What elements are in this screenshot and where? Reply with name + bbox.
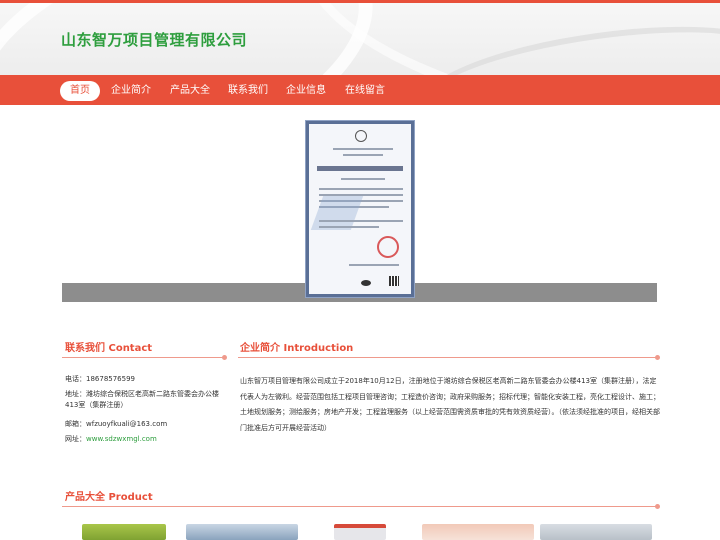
contact-divider (62, 355, 227, 360)
certificate-title (317, 166, 403, 171)
product-thumbnail[interactable] (422, 524, 534, 540)
contact-email: 邮箱：wfzuoyfkuali@163.com (65, 420, 168, 428)
cert-logo-icon (361, 280, 371, 286)
certificate-image[interactable] (306, 121, 414, 297)
certificate-text-line (319, 226, 379, 228)
certificate-text-line (319, 220, 403, 222)
products-heading: 产品大全 Product (65, 492, 153, 503)
certificate-text-line (319, 188, 403, 190)
contact-phone: 电话：18678576599 (65, 375, 135, 383)
nav-item-products[interactable]: 产品大全 (160, 81, 220, 101)
nav-item-about[interactable]: 企业简介 (101, 81, 161, 101)
site-title[interactable]: 山东智万项目管理有限公司 (61, 29, 247, 50)
main-nav: 首页 企业简介 产品大全 联系我们 企业信息 在线留言 (0, 75, 720, 105)
divider-dot (655, 504, 660, 509)
divider-dot (222, 355, 227, 360)
qr-code-icon (389, 276, 399, 286)
intro-text: 山东智万项目管理有限公司成立于2018年10月12日，注册地位于潍坊综合保税区老… (240, 377, 660, 432)
product-thumbnail[interactable] (540, 524, 652, 540)
certificate-text-line (333, 148, 393, 150)
certificate-text-line (343, 154, 383, 156)
nav-item-company-info[interactable]: 企业信息 (276, 81, 336, 101)
emblem-icon (355, 130, 367, 142)
nav-item-contact[interactable]: 联系我们 (218, 81, 278, 101)
divider-dot (655, 355, 660, 360)
red-seal-icon (377, 236, 399, 258)
certificate-text-line (341, 178, 385, 180)
website-link[interactable]: www.sdzwxmgl.com (86, 435, 157, 443)
contact-heading: 联系我们 Contact (65, 343, 153, 354)
intro-heading: 企业简介 Introduction (240, 343, 354, 354)
contact-website: 网址：www.sdzwxmgl.com (65, 434, 225, 445)
certificate-text-line (349, 264, 399, 266)
product-thumbnail[interactable] (334, 524, 386, 540)
contact-address: 地址：潍坊综合保税区老高新二路东管委会办公楼413室（集群注册） (65, 390, 219, 409)
website-label: 网址： (65, 435, 86, 443)
product-thumbnail[interactable] (186, 524, 298, 540)
header: 山东智万项目管理有限公司 (0, 3, 720, 75)
intro-divider (238, 355, 660, 360)
nav-item-home[interactable]: 首页 (60, 81, 100, 101)
nav-item-message[interactable]: 在线留言 (335, 81, 395, 101)
product-thumbnail[interactable] (82, 524, 166, 540)
products-divider (62, 504, 660, 509)
